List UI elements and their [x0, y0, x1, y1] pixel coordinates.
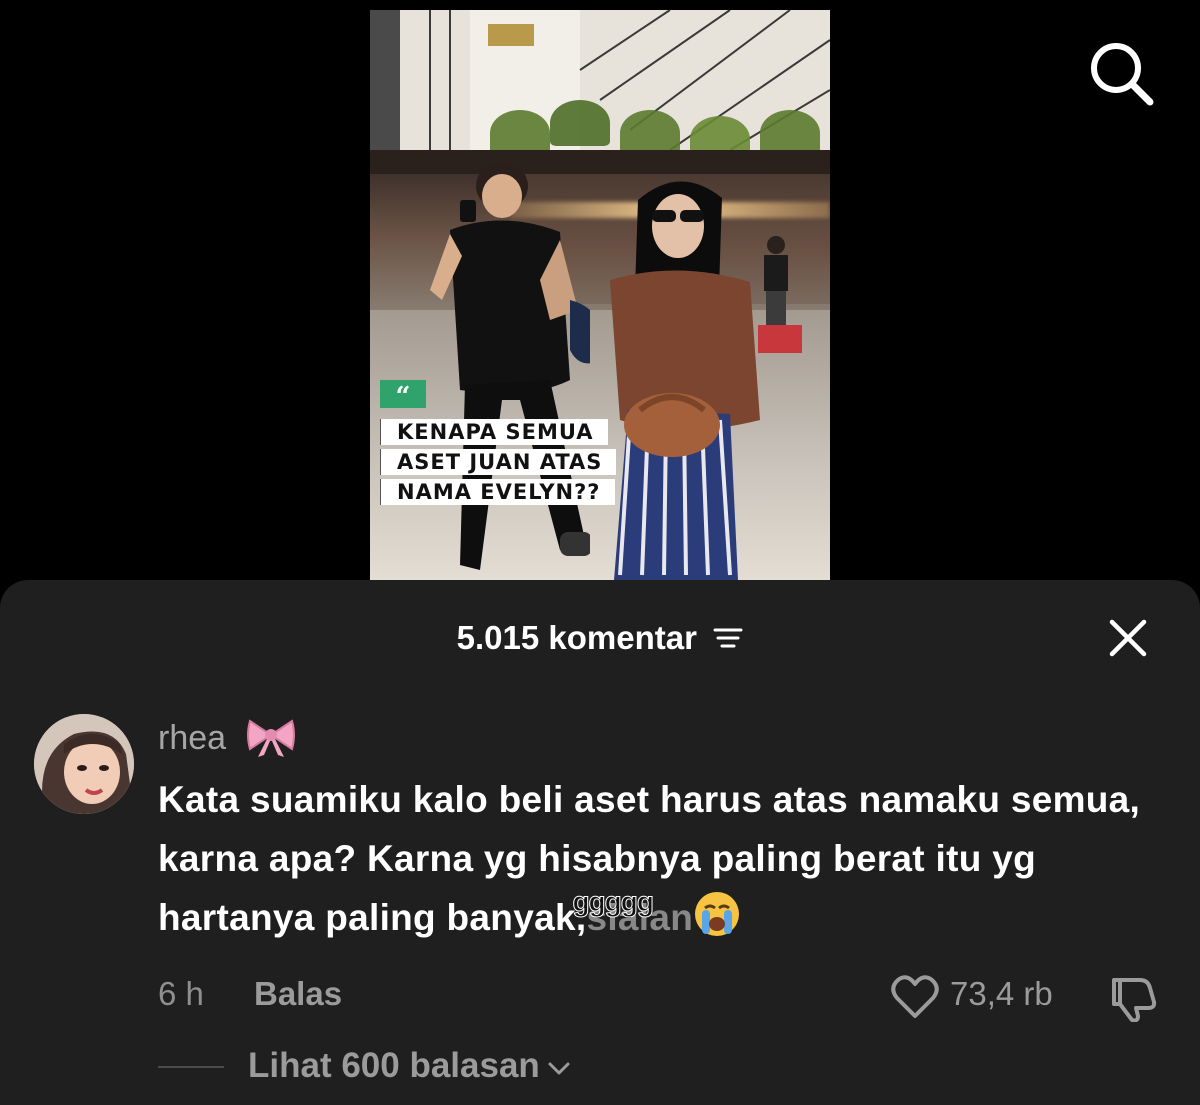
close-icon[interactable] — [1106, 616, 1150, 660]
avatar[interactable] — [34, 714, 134, 814]
video-caption: KENAPA SEMUA ASET JUAN ATAS NAMA EVELYN?… — [380, 419, 617, 509]
video-thumbnail[interactable]: “ KENAPA SEMUA ASET JUAN ATAS NAMA EVELY… — [370, 10, 830, 580]
filter-icon[interactable] — [713, 625, 743, 651]
like-count: 73,4 rb — [950, 975, 1053, 1012]
heart-icon[interactable] — [890, 974, 940, 1020]
view-replies-label: Lihat 600 balasan — [248, 1046, 540, 1085]
ribbon-icon — [247, 719, 295, 757]
comment-time: 6 h — [158, 975, 204, 1012]
search-icon[interactable] — [1088, 40, 1154, 106]
caption-line: NAMA EVELYN?? — [380, 479, 615, 505]
man-figure — [430, 162, 590, 570]
view-replies-button[interactable]: Lihat 600 balasan — [248, 1044, 572, 1088]
woman-figure — [610, 181, 760, 580]
comment-text: Kata suamiku kalo beli aset harus atas n… — [158, 770, 1148, 947]
comment-struck-text: sialan ggggg — [572, 886, 693, 947]
comments-header: 5.015 komentar — [0, 616, 1200, 660]
overwrite-text: ggggg — [572, 886, 655, 918]
caption-line: ASET JUAN ATAS — [380, 449, 617, 475]
caption-line: KENAPA SEMUA — [380, 419, 608, 445]
replies-divider — [158, 1066, 224, 1068]
comment-username[interactable]: rhea — [158, 716, 226, 760]
comments-sheet: 5.015 komentar rhea Kata suamiku kalo be… — [0, 580, 1200, 1105]
crying-face-icon — [695, 892, 740, 936]
thumbs-down-icon[interactable] — [1106, 974, 1158, 1022]
quote-badge: “ — [380, 380, 426, 412]
reply-button[interactable]: Balas — [254, 974, 342, 1014]
chevron-down-icon — [548, 1062, 570, 1075]
comment-count: 5.015 komentar — [456, 619, 697, 656]
plant — [550, 100, 610, 146]
